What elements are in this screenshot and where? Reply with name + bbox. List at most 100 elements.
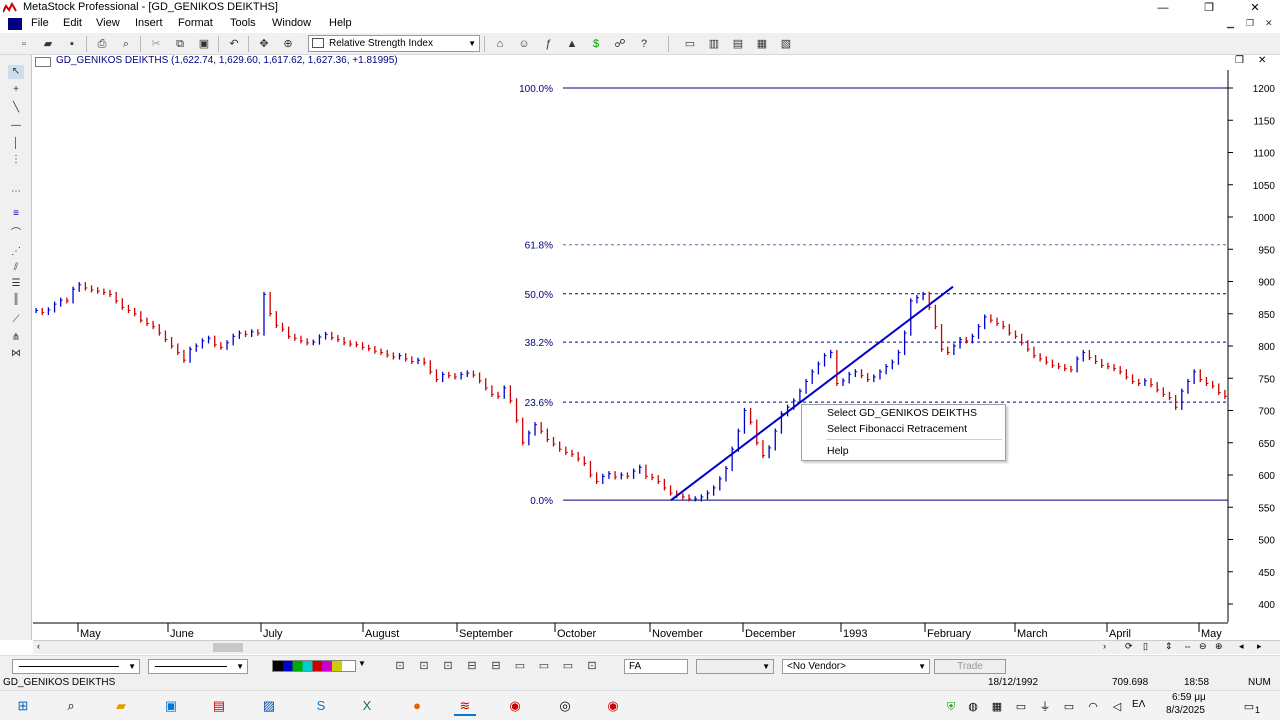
wifi-icon[interactable]: ◠ [1082, 697, 1104, 717]
scroll-right-icon[interactable]: › [1103, 641, 1106, 651]
indicator-select[interactable]: Relative Strength Index ▼ [308, 35, 480, 52]
open-icon[interactable]: ▰ [40, 36, 56, 52]
fibonacci-arcs-icon[interactable]: ⌒ [8, 227, 24, 241]
andrews-pitchfork-icon[interactable]: ⋔ [8, 331, 24, 345]
scroll-left-icon[interactable]: ‹ [37, 641, 40, 651]
clock-date[interactable]: 8/3/2025 [1166, 705, 1205, 716]
error-channel-icon[interactable]: ⋈ [8, 347, 24, 361]
page-icon[interactable]: ▯ [1143, 641, 1148, 652]
order-icon-9[interactable]: ⊡ [584, 658, 600, 674]
context-help[interactable]: Help [827, 445, 849, 457]
cut-icon[interactable]: ✂ [148, 36, 164, 52]
mdi-minimize-button[interactable]: ▁ [1227, 18, 1234, 29]
firefox-icon[interactable]: ● [406, 696, 428, 716]
trendline-tool-icon[interactable]: ╲ [8, 101, 24, 115]
context-help-icon[interactable]: ? [636, 36, 652, 52]
network-icon[interactable]: ▭ [1058, 697, 1080, 717]
zoom-in-icon[interactable]: ⊕ [1215, 641, 1223, 652]
order-icon-4[interactable]: ⊟ [464, 658, 480, 674]
browser-icon-1[interactable]: ◉ [504, 696, 526, 716]
order-icon-3[interactable]: ⊡ [440, 658, 456, 674]
zoom-icon[interactable]: ⊕ [280, 36, 296, 52]
trade-button[interactable]: Trade [934, 659, 1006, 674]
windows-start-icon[interactable]: ⊞ [12, 696, 34, 716]
menu-insert[interactable]: Insert [135, 17, 163, 29]
menu-view[interactable]: View [96, 17, 120, 29]
broker-select[interactable]: ▼ [696, 659, 774, 674]
print-icon[interactable]: ⎙ [94, 36, 110, 52]
scroll-thumb[interactable] [213, 643, 243, 652]
tile-icon[interactable]: ▦ [754, 36, 770, 52]
chevron-down-icon[interactable]: ▼ [358, 659, 366, 668]
metastock-task-icon[interactable]: ≋ [454, 696, 476, 716]
excel-icon[interactable]: X [356, 696, 378, 716]
price-chart[interactable]: 100.0% 61.8% 50.0% 38.2% 23.6% 0.0% 1200 1150 1… [33, 70, 1280, 640]
browser-icon-3[interactable]: ◉ [602, 696, 624, 716]
chart-close-button[interactable]: ✕ [1258, 55, 1266, 66]
copy-icon[interactable]: ⧉ [172, 36, 188, 52]
refresh-icon[interactable]: ⟳ [1125, 641, 1133, 652]
system-tester-icon[interactable]: ▲ [564, 36, 580, 52]
language-indicator[interactable]: ΕΛ [1132, 699, 1145, 710]
document-icon[interactable] [8, 18, 22, 30]
search-icon[interactable]: ⌕ [60, 696, 82, 716]
raff-channel-icon[interactable]: ⟋ [8, 313, 24, 327]
vendor-select[interactable]: <No Vendor> ▼ [782, 659, 930, 674]
order-icon-7[interactable]: ▭ [536, 658, 552, 674]
mdi-restore-button[interactable]: ❐ [1246, 18, 1254, 29]
prev-icon[interactable]: ◂ [1239, 641, 1244, 652]
menu-help[interactable]: Help [329, 17, 352, 29]
order-icon-2[interactable]: ⊡ [416, 658, 432, 674]
browser-icon-2[interactable]: ◎ [554, 696, 576, 716]
file-explorer-icon[interactable]: ▰ [110, 696, 132, 716]
tray-icon-3[interactable]: ▭ [1010, 697, 1032, 717]
order-icon-1[interactable]: ⊡ [392, 658, 408, 674]
layout-icon[interactable]: ▭ [682, 36, 698, 52]
menu-tools[interactable]: Tools [230, 17, 256, 29]
pointer-icon[interactable]: ↖ [8, 65, 24, 79]
quadrant-lines-icon[interactable]: ║ [8, 293, 24, 307]
store-icon[interactable]: ▣ [160, 696, 182, 716]
maximize-button[interactable]: ❐ [1186, 0, 1232, 16]
crosshair-icon[interactable]: ✥ [256, 36, 272, 52]
volume-icon[interactable]: ◁ [1106, 697, 1128, 717]
money-icon[interactable]: $ [588, 36, 604, 52]
shield-icon[interactable]: ⛨ [940, 697, 962, 717]
menu-format[interactable]: Format [178, 17, 213, 29]
color-palette[interactable] [272, 660, 356, 672]
order-icon-8[interactable]: ▭ [560, 658, 576, 674]
tray-icon-1[interactable]: ◍ [962, 697, 984, 717]
line-weight-select[interactable]: ▼ [148, 659, 248, 674]
order-icon-6[interactable]: ▭ [512, 658, 528, 674]
save-icon[interactable]: ▪ [64, 36, 80, 52]
fibonacci-retracement-icon[interactable]: ≡ [8, 207, 24, 221]
cycle-lines-icon[interactable]: ⋮ [8, 153, 24, 167]
menu-window[interactable]: Window [272, 17, 311, 29]
fibonacci-fan-icon[interactable]: ⋰ [8, 245, 24, 259]
context-select-security[interactable]: Select GD_GENIKOS DEIKTHS [827, 407, 977, 419]
order-icon-5[interactable]: ⊟ [488, 658, 504, 674]
next-icon[interactable]: ▸ [1257, 641, 1262, 652]
mdi-close-button[interactable]: ✕ [1265, 18, 1273, 29]
tray-icon-2[interactable]: ▦ [986, 697, 1008, 717]
chart-restore-button[interactable]: ❐ [1235, 55, 1244, 66]
chart-scrollbar[interactable]: ‹ › ⟳ ▯ ⇕ ⇔ ⊖ ⊕ ◂ ▸ [33, 640, 1280, 654]
explorer-icon[interactable]: ⌂ [492, 36, 508, 52]
expert-icon[interactable]: ☺ [516, 36, 532, 52]
regression-channel-icon[interactable]: ☰ [8, 277, 24, 291]
horizontal-line-icon[interactable]: — [8, 119, 24, 133]
minimize-button[interactable]: — [1140, 0, 1186, 16]
new-icon[interactable]: ▫ [16, 36, 32, 52]
gann-fan-icon[interactable]: ⫽ [8, 261, 24, 275]
vertical-resize-icon[interactable]: ⇕ [1165, 641, 1173, 652]
symbol-field[interactable]: FA [624, 659, 688, 674]
usb-icon[interactable]: ⏚ [1034, 697, 1056, 717]
zoom-out-icon[interactable]: ⊖ [1199, 641, 1207, 652]
outlook-icon[interactable]: ▨ [258, 696, 280, 716]
pdf-icon[interactable]: ▤ [208, 696, 230, 716]
vertical-line-icon[interactable]: │ [8, 137, 24, 151]
line-style-select[interactable]: ▼ [12, 659, 140, 674]
menu-edit[interactable]: Edit [63, 17, 82, 29]
print-preview-icon[interactable]: ⌕ [118, 36, 134, 52]
binoculars-icon[interactable]: ☍ [612, 36, 628, 52]
